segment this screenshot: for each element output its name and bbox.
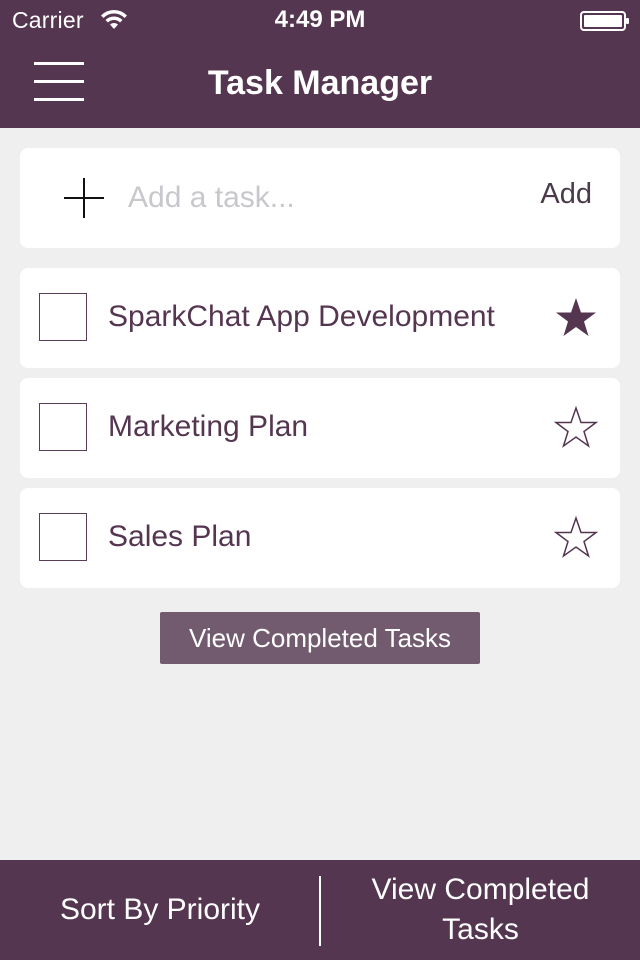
view-completed-tasks-label: View Completed Tasks (371, 873, 590, 946)
task-item[interactable]: SparkChat App Development (20, 268, 620, 368)
status-bar: Carrier 4:49 PM (0, 0, 640, 40)
star-outline-icon[interactable] (554, 516, 598, 560)
task-item[interactable]: Sales Plan (20, 488, 620, 588)
sort-by-priority-label: Sort By Priority (59, 893, 261, 926)
sort-by-priority-button[interactable]: Sort By Priority (0, 860, 320, 960)
add-button[interactable]: Add (540, 178, 592, 211)
star-outline-icon[interactable] (554, 406, 598, 450)
task-checkbox[interactable] (39, 403, 87, 451)
task-title: SparkChat App Development (108, 300, 495, 333)
task-checkbox[interactable] (39, 513, 87, 561)
header: Carrier 4:49 PM Task Manager (0, 0, 640, 128)
page-title: Task Manager (207, 64, 433, 102)
status-time: 4:49 PM (274, 6, 366, 33)
battery-icon (580, 11, 629, 31)
plus-icon[interactable] (62, 176, 106, 220)
bottom-bar: Sort By Priority View Completed Tasks (0, 860, 640, 960)
task-title: Sales Plan (108, 520, 252, 553)
view-completed-tasks-button[interactable]: View Completed Tasks (160, 612, 480, 664)
task-item[interactable]: Marketing Plan (20, 378, 620, 478)
add-task-card: Add (20, 148, 620, 248)
nav-bar: Task Manager (0, 40, 640, 128)
add-task-input[interactable] (128, 174, 528, 222)
star-filled-icon[interactable] (554, 296, 598, 340)
view-completed-tasks-tab[interactable]: View Completed Tasks (321, 860, 640, 960)
task-title: Marketing Plan (108, 410, 309, 443)
task-checkbox[interactable] (39, 293, 87, 341)
